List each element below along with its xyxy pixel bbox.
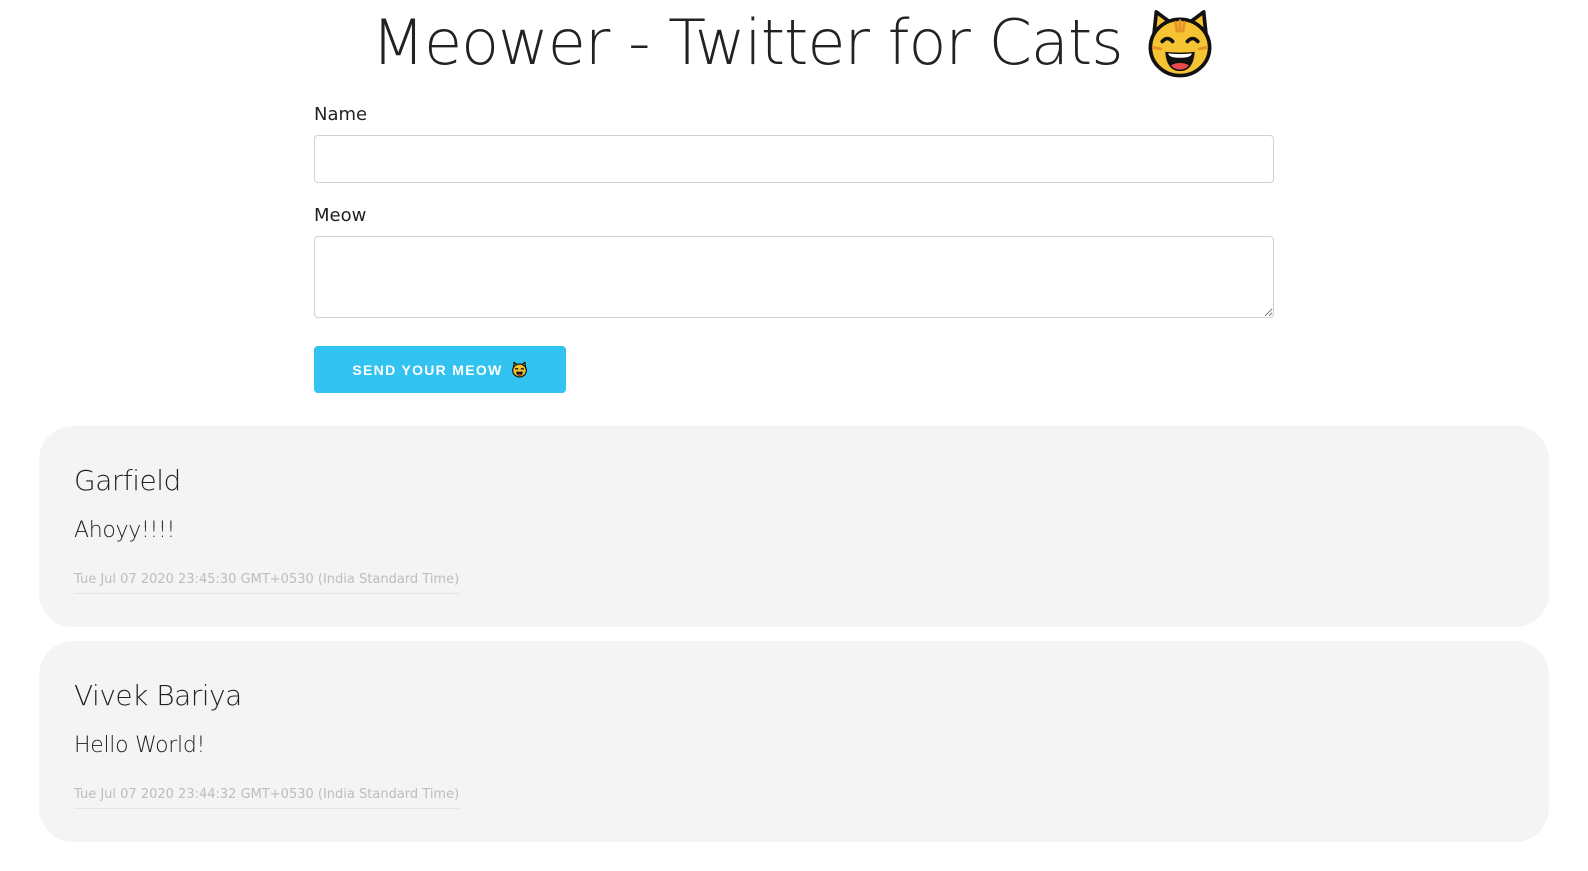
meow-label: Meow (314, 205, 367, 226)
meow-content: Hello World! (74, 733, 206, 758)
header: Meower - Twitter for Cats (0, 0, 1588, 86)
meow-card: Garfield Ahoyy!!!! Tue Jul 07 2020 23:45… (39, 426, 1549, 627)
page-title: Meower - Twitter for Cats (371, 6, 1216, 80)
send-meow-button[interactable]: SEND YOUR MEOW (314, 346, 566, 393)
page-title-text: Meower - Twitter for Cats (371, 6, 1123, 79)
send-meow-button-label: SEND YOUR MEOW (352, 361, 503, 378)
meow-date: Tue Jul 07 2020 23:44:32 GMT+0530 (India… (74, 787, 460, 809)
meow-author: Garfield (74, 464, 181, 497)
meow-content: Ahoyy!!!! (74, 518, 176, 543)
name-field[interactable] (314, 135, 1274, 183)
page: Meower - Twitter for Cats Name Meow SEND… (0, 0, 1588, 871)
meow-card: Vivek Bariya Hello World! Tue Jul 07 202… (39, 641, 1549, 842)
meow-form: Name Meow SEND YOUR MEOW (314, 104, 1274, 393)
grinning-cat-icon (511, 361, 527, 378)
meow-field[interactable] (314, 236, 1274, 318)
meow-date: Tue Jul 07 2020 23:45:30 GMT+0530 (India… (74, 572, 460, 594)
name-label: Name (314, 104, 368, 125)
meow-author: Vivek Bariya (74, 679, 242, 712)
grinning-cat-icon (1148, 10, 1211, 78)
